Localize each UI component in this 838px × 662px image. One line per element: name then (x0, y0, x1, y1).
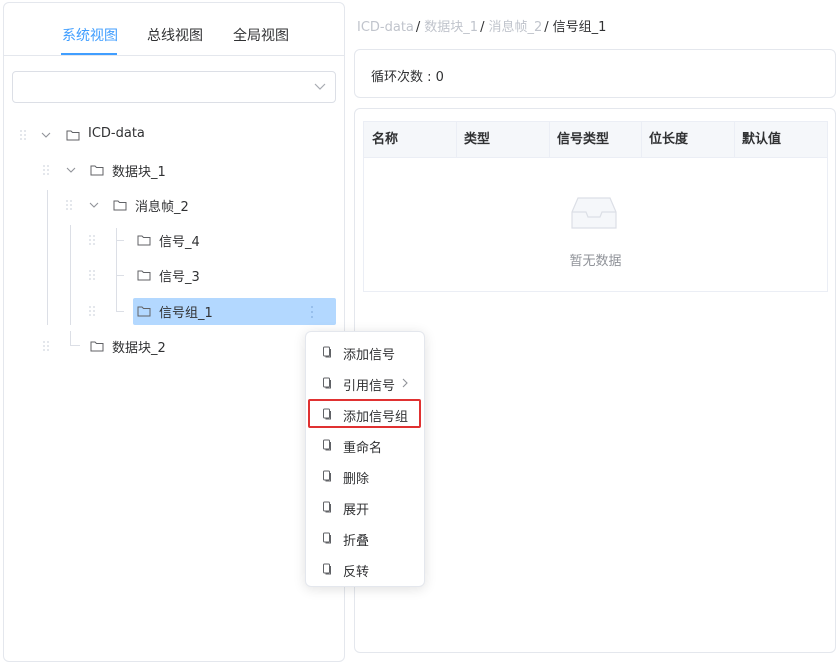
drag-handle-icon[interactable] (43, 165, 51, 175)
tab-global-view[interactable]: 全局视图 (233, 25, 289, 45)
column-header-name: 名称 (372, 132, 399, 147)
tree-guide-line (70, 345, 80, 346)
menu-item-label: 重命名 (343, 441, 383, 456)
tree-node-label: 消息帧_2 (135, 200, 189, 215)
breadcrumb: ICD-data / 数据块_1/消息帧_2/信号组_1 (357, 16, 606, 35)
tree-guide-line (47, 190, 48, 325)
menu-item-expand[interactable]: 展开 (306, 493, 426, 521)
menu-item-delete[interactable]: 删除 (306, 462, 426, 490)
drag-handle-icon[interactable] (20, 130, 28, 140)
tree-node-label: 数据块_2 (112, 341, 166, 356)
tab-system-view[interactable]: 系统视图 (62, 25, 118, 45)
document-icon (323, 532, 331, 544)
loop-count-card: 循环次数 : 0 (354, 49, 836, 98)
tree-node-label: 数据块_1 (112, 165, 166, 180)
breadcrumb-separator: / (544, 20, 549, 35)
tree-guide-line (70, 331, 71, 345)
tree-guide-line (116, 240, 124, 241)
chevron-down-icon[interactable] (89, 200, 99, 210)
menu-item-label: 删除 (343, 472, 370, 487)
column-header-type: 类型 (464, 132, 491, 147)
drag-handle-icon[interactable] (89, 235, 97, 245)
menu-item-add-signal[interactable]: 添加信号 (306, 338, 426, 366)
menu-item-label: 反转 (343, 565, 370, 580)
chevron-down-icon[interactable] (41, 130, 51, 140)
tree-node-label: 信号组_1 (159, 306, 213, 321)
breadcrumb-item[interactable]: ICD-data (357, 20, 414, 35)
column-header-signal-type: 信号类型 (557, 132, 610, 147)
tree-guide-line (70, 225, 71, 325)
loop-count-text: 循环次数 : 0 (371, 70, 444, 85)
menu-item-label: 引用信号 (343, 379, 396, 394)
context-menu: 添加信号 引用信号 添加信号组 重命名 删除 展开 折叠 反转 (305, 331, 425, 587)
drag-handle-icon[interactable] (66, 200, 74, 210)
drag-handle-icon[interactable] (89, 270, 97, 280)
breadcrumb-item[interactable]: 消息帧_2 (488, 20, 542, 35)
folder-icon (137, 306, 151, 317)
tree-node-label: 信号_3 (159, 270, 200, 285)
document-icon (323, 563, 331, 575)
breadcrumb-current: 信号组_1 (552, 20, 607, 35)
folder-icon (137, 270, 151, 281)
left-panel: 系统视图 总线视图 全局视图 (3, 2, 345, 662)
tabs-divider (4, 55, 344, 56)
menu-item-rename[interactable]: 重命名 (306, 431, 426, 459)
folder-icon (137, 235, 151, 246)
document-icon (323, 470, 331, 482)
folder-icon (66, 130, 80, 141)
menu-item-label: 折叠 (343, 534, 370, 549)
tree-filter-select[interactable] (12, 71, 336, 103)
chevron-down-icon[interactable] (66, 165, 76, 175)
signal-table-card: 名称 类型 信号类型 位长度 默认值 暂无数据 (354, 108, 836, 653)
tree-node-label: ICD-data (88, 126, 145, 141)
menu-item-reverse[interactable]: 反转 (306, 555, 426, 583)
folder-icon (90, 341, 104, 352)
more-vertical-icon[interactable] (310, 305, 314, 319)
breadcrumb-separator: / (415, 20, 421, 35)
document-icon (323, 346, 331, 358)
inbox-icon (571, 197, 617, 229)
drag-handle-icon[interactable] (89, 306, 97, 316)
column-header-default-value: 默认值 (742, 132, 782, 147)
document-icon (323, 377, 331, 389)
chevron-right-icon (402, 378, 408, 388)
menu-item-label: 展开 (343, 503, 370, 518)
drag-handle-icon[interactable] (43, 341, 51, 351)
folder-icon (113, 200, 127, 211)
tree-node-label: 信号_4 (159, 235, 200, 250)
tree-guide-line (116, 311, 124, 312)
breadcrumb-item[interactable]: 数据块_1 (424, 20, 478, 35)
tab-bus-view[interactable]: 总线视图 (147, 25, 203, 45)
tree-guide-line (116, 275, 124, 276)
empty-state-text: 暂无数据 (569, 254, 622, 269)
menu-item-label: 添加信号 (343, 348, 396, 363)
chevron-down-icon (314, 83, 326, 90)
menu-item-highlight-box (308, 399, 421, 428)
column-header-bit-length: 位长度 (649, 132, 689, 147)
menu-item-collapse[interactable]: 折叠 (306, 524, 426, 552)
signal-table: 名称 类型 信号类型 位长度 默认值 暂无数据 (363, 121, 828, 292)
document-icon (323, 439, 331, 451)
breadcrumb-separator: / (480, 20, 485, 35)
folder-icon (90, 165, 104, 176)
menu-item-reference-signal[interactable]: 引用信号 (306, 369, 426, 397)
table-header: 名称 类型 信号类型 位长度 默认值 (364, 122, 827, 158)
document-icon (323, 501, 331, 513)
